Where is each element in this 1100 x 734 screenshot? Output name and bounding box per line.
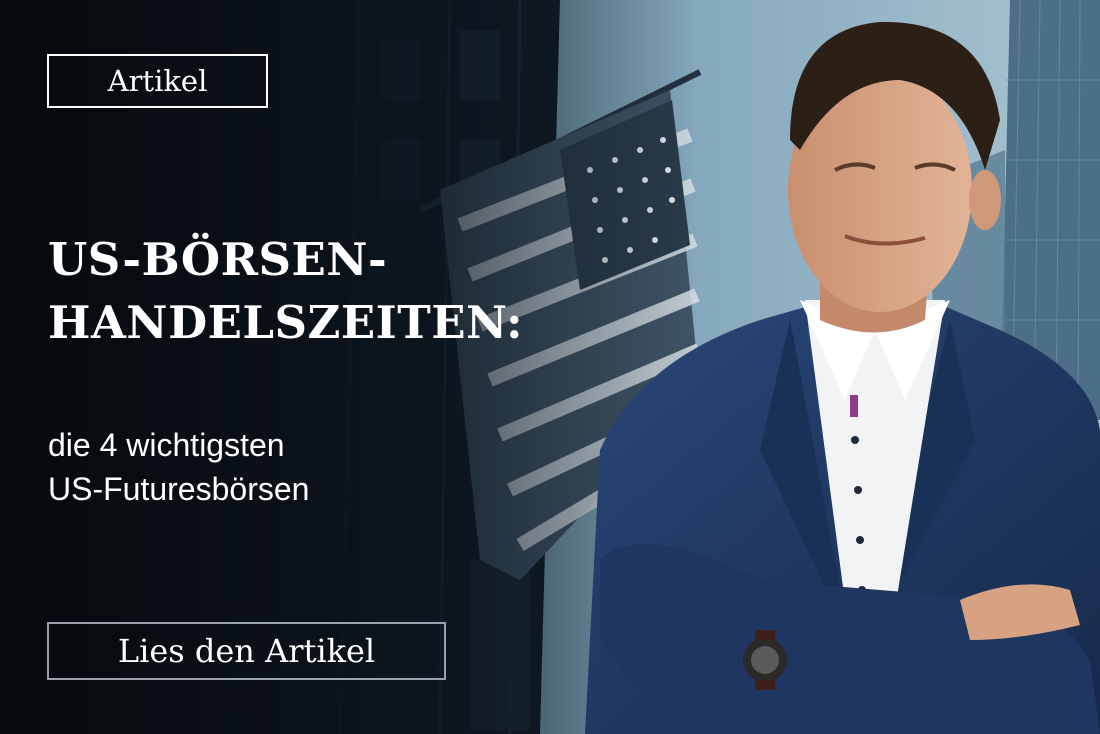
page-title-line-2: HANDELSZEITEN:	[48, 296, 524, 349]
page-title: US-BÖRSEN- HANDELSZEITEN:	[48, 228, 523, 354]
read-article-button-label: Lies den Artikel	[117, 632, 376, 670]
page-title-line-1: US-BÖRSEN-	[48, 233, 388, 286]
page-subtitle-line-1: die 4 wichtigsten	[48, 427, 285, 463]
page-subtitle-line-2: US-Futuresbörsen	[48, 471, 310, 507]
page-subtitle: die 4 wichtigsten US-Futuresbörsen	[48, 423, 309, 511]
read-article-button[interactable]: Lies den Artikel	[47, 622, 446, 680]
article-badge-label: Artikel	[107, 64, 208, 98]
article-badge: Artikel	[47, 54, 268, 108]
